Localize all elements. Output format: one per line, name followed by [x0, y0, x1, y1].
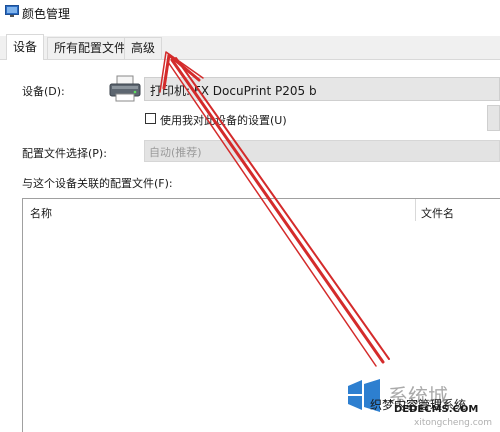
device-label: 设备(D): [22, 85, 65, 98]
profile-button[interactable] [487, 105, 500, 131]
use-my-settings-label[interactable]: 使用我对此设备的设置(U) [160, 112, 287, 128]
column-header-name[interactable]: 名称 [30, 205, 52, 221]
column-divider[interactable] [415, 199, 416, 221]
title-bar: 颜色管理 [0, 0, 500, 26]
tab-devices[interactable]: 设备 [6, 34, 45, 60]
tab-all-profiles[interactable]: 所有配置文件 [47, 37, 134, 59]
profile-selection-dropdown[interactable]: 自动(推荐) [144, 140, 500, 162]
device-dropdown[interactable]: 打印机: FX DocuPrint P205 b [144, 77, 500, 101]
profile-selection-label: 配置文件选择(P): [22, 147, 107, 160]
column-header-filename[interactable]: 文件名 [421, 205, 454, 221]
tab-advanced[interactable]: 高级 [124, 37, 163, 59]
device-dropdown-value: 打印机: FX DocuPrint P205 b [150, 84, 317, 98]
printer-icon [109, 75, 141, 102]
site-watermark: 系统城 DEDECMS.COM 织梦内容管理系统 xitongcheng.com [344, 370, 500, 432]
use-my-settings-checkbox[interactable] [145, 113, 156, 124]
profile-selection-value: 自动(推荐) [149, 146, 202, 159]
window-title: 颜色管理 [22, 7, 71, 21]
color-management-icon [5, 5, 19, 17]
associated-profiles-label: 与这个设备关联的配置文件(F): [22, 177, 173, 190]
watermark-domain-2: xitongcheng.com [414, 418, 492, 428]
watermark-site-text: 织梦内容管理系统 [370, 398, 467, 412]
